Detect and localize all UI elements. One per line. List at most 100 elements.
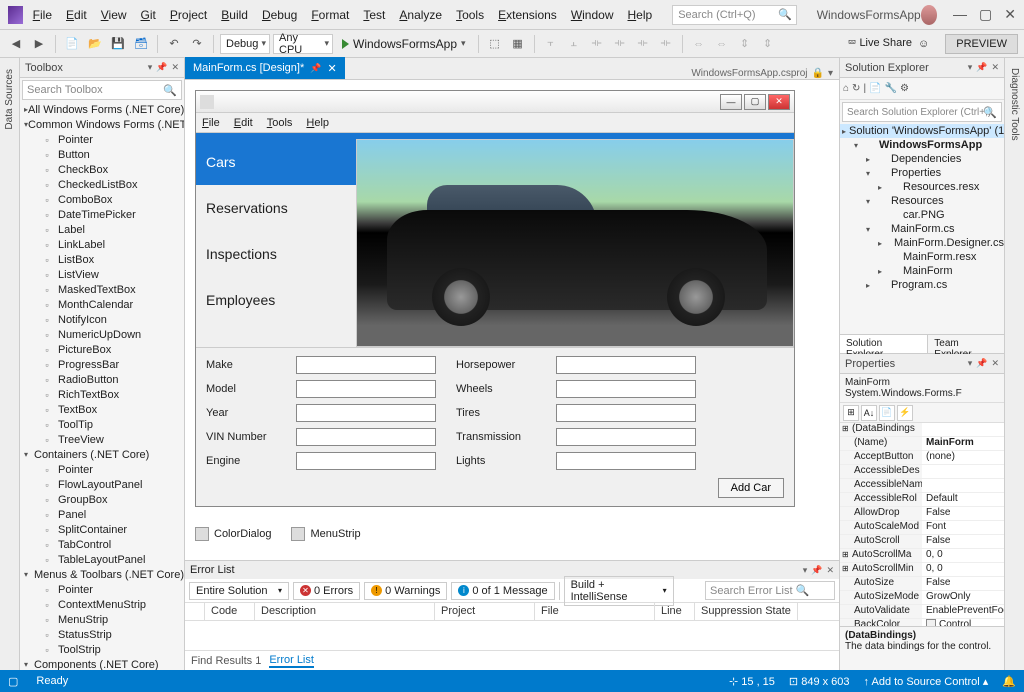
messages-filter[interactable]: i0 of 1 Message [451, 582, 554, 600]
solution-node[interactable]: ▸Solution 'WindowsFormsApp' (1 [840, 124, 1004, 138]
config-dropdown[interactable]: Debug [220, 34, 270, 54]
team-explorer-tab[interactable]: Team Explorer [928, 335, 1004, 353]
toolbox-group[interactable]: ▾Components (.NET Core) [20, 657, 184, 670]
close-icon[interactable]: ✕ [171, 62, 179, 73]
property-row[interactable]: AccessibleDes [840, 465, 1004, 479]
tool-icon[interactable]: 🔧 [885, 83, 897, 94]
menu-view[interactable]: View [101, 8, 127, 22]
field-input-model[interactable] [296, 380, 436, 398]
toolbox-item-numericupdown[interactable]: ▫NumericUpDown [20, 327, 184, 342]
solution-node[interactable]: ▸MainForm.Designer.cs [840, 236, 1004, 250]
solution-node[interactable]: ▸Program.cs [840, 278, 1004, 292]
field-input-transmission[interactable] [556, 428, 696, 446]
toolbox-item-tablelayoutpanel[interactable]: ▫TableLayoutPanel [20, 552, 184, 567]
close-icon[interactable]: ✕ [327, 62, 336, 75]
props-icon[interactable]: 📄 [879, 405, 895, 421]
toolbox-item-richtextbox[interactable]: ▫RichTextBox [20, 387, 184, 402]
new-project-button[interactable]: 📄 [62, 34, 82, 54]
error-col[interactable]: File [535, 603, 655, 620]
toolbox-search-input[interactable]: Search Toolbox 🔍 [22, 80, 182, 100]
menu-window[interactable]: Window [571, 8, 614, 22]
dropdown-icon[interactable]: 🔒 [812, 68, 824, 79]
car-picturebox[interactable] [356, 139, 794, 347]
nav-fwd-button[interactable]: ▶ [29, 34, 49, 54]
minimize-icon[interactable]: — [953, 6, 967, 23]
spacing-btn[interactable]: ⇔ [712, 34, 732, 54]
field-input-tires[interactable] [556, 404, 696, 422]
error-col[interactable]: Description [255, 603, 435, 620]
menu-debug[interactable]: Debug [262, 8, 297, 22]
toolbox-item-listview[interactable]: ▫ListView [20, 267, 184, 282]
toolbox-item-statusstrip[interactable]: ▫StatusStrip [20, 627, 184, 642]
field-input-vin-number[interactable] [296, 428, 436, 446]
toolbox-item-button[interactable]: ▫Button [20, 147, 184, 162]
toolbox-item-pointer[interactable]: ▫Pointer [20, 582, 184, 597]
form-designer-canvas[interactable]: — ▢ ✕ FileEditToolsHelp CarsReservations… [195, 90, 795, 507]
align-btn[interactable]: ⫟ [541, 34, 561, 54]
toolbox-item-progressbar[interactable]: ▫ProgressBar [20, 357, 184, 372]
property-row[interactable]: BackColorControl [840, 619, 1004, 626]
solution-node[interactable]: ▾Resources [840, 194, 1004, 208]
notifications-icon[interactable]: 🔔 [1002, 675, 1016, 688]
errors-filter[interactable]: ✕0 Errors [293, 582, 360, 600]
close-icon[interactable]: ✕ [826, 565, 834, 576]
toolbox-item-label[interactable]: ▫Label [20, 222, 184, 237]
toolbox-item-picturebox[interactable]: ▫PictureBox [20, 342, 184, 357]
home-icon[interactable]: ⌂ [843, 83, 849, 94]
tool-btn[interactable]: ▦ [508, 34, 528, 54]
toolbox-item-radiobutton[interactable]: ▫RadioButton [20, 372, 184, 387]
global-search-input[interactable]: Search (Ctrl+Q) 🔍 [672, 5, 797, 25]
feedback-icon[interactable]: ☺ [918, 38, 929, 50]
error-col[interactable]: Code [205, 603, 255, 620]
start-button[interactable]: WindowsFormsApp ▾ [336, 34, 472, 54]
error-col[interactable] [185, 603, 205, 620]
toolbox-item-flowlayoutpanel[interactable]: ▫FlowLayoutPanel [20, 477, 184, 492]
undo-button[interactable]: ↶ [164, 34, 184, 54]
live-share-button[interactable]: ⮹ Live Share [848, 37, 912, 50]
toolbox-item-splitcontainer[interactable]: ▫SplitContainer [20, 522, 184, 537]
save-all-button[interactable]: 🗃 [131, 34, 151, 54]
solution-node[interactable]: ▾WindowsFormsApp [840, 138, 1004, 152]
toolbox-item-menustrip[interactable]: ▫MenuStrip [20, 612, 184, 627]
dropdown-icon[interactable]: ▾ [968, 62, 973, 73]
nav-employees[interactable]: Employees [196, 277, 356, 323]
error-col[interactable]: Suppression State [695, 603, 798, 620]
menu-file[interactable]: File [33, 8, 52, 22]
scope-dropdown[interactable]: Entire Solution▾ [189, 582, 289, 600]
toolbox-item-groupbox[interactable]: ▫GroupBox [20, 492, 184, 507]
solution-node[interactable]: ▾Properties [840, 166, 1004, 180]
close-icon[interactable]: ✕ [991, 358, 999, 369]
categorized-icon[interactable]: ⊞ [843, 405, 859, 421]
menu-analyze[interactable]: Analyze [399, 8, 442, 22]
tool-icon[interactable]: 📄 [869, 83, 881, 94]
menu-tools[interactable]: Tools [456, 8, 484, 22]
add-car-button[interactable]: Add Car [718, 478, 784, 498]
refresh-icon[interactable]: ↻ [852, 83, 860, 94]
form-menu-tools[interactable]: Tools [267, 117, 293, 129]
solution-node[interactable]: ▾MainForm.cs [840, 222, 1004, 236]
property-row[interactable]: ⊞AutoScrollMin0, 0 [840, 563, 1004, 577]
solution-node[interactable]: MainForm.resx [840, 250, 1004, 264]
close-icon[interactable]: ✕ [991, 62, 999, 73]
source-control-button[interactable]: ↑ Add to Source Control ▴ [864, 675, 989, 688]
redo-button[interactable]: ↷ [187, 34, 207, 54]
open-button[interactable]: 📂 [85, 34, 105, 54]
properties-object[interactable]: MainForm System.Windows.Forms.F [840, 374, 1004, 403]
align-btn[interactable]: ⟛ [656, 34, 676, 54]
field-input-lights[interactable] [556, 452, 696, 470]
property-row[interactable]: AccessibleRolDefault [840, 493, 1004, 507]
dropdown-icon[interactable]: ▾ [968, 358, 973, 369]
property-row[interactable]: ⊞AutoScrollMa0, 0 [840, 549, 1004, 563]
toolbox-item-treeview[interactable]: ▫TreeView [20, 432, 184, 447]
error-list-tab[interactable]: Error List [269, 654, 314, 668]
build-filter-dropdown[interactable]: Build + IntelliSense▾ [564, 576, 674, 606]
pin-icon[interactable]: 📌 [310, 63, 321, 74]
alphabetical-icon[interactable]: A↓ [861, 405, 877, 421]
toolbox-group[interactable]: ▾Common Windows Forms (.NET ... [20, 117, 184, 132]
menu-build[interactable]: Build [221, 8, 248, 22]
align-btn[interactable]: ⟛ [610, 34, 630, 54]
preview-button[interactable]: PREVIEW [945, 34, 1018, 54]
tray-menustrip[interactable]: MenuStrip [291, 527, 360, 541]
field-input-wheels[interactable] [556, 380, 696, 398]
tool-icon[interactable]: ⚙ [900, 83, 909, 94]
